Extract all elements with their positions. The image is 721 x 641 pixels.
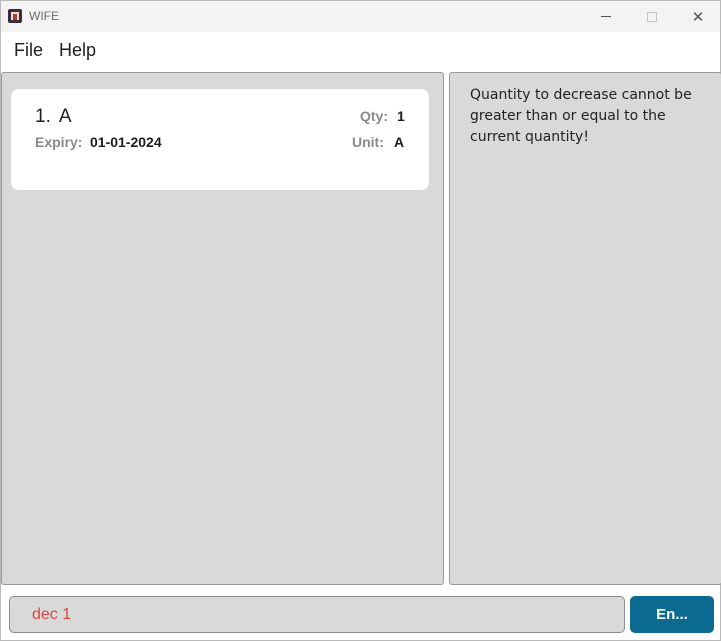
qty-label: Qty: [360,108,388,124]
main-area: 1. A Expiry: 01-01-2024 Qty: 1 Unit: A Qu… [1,70,721,588]
item-name: A [58,106,72,127]
unit-value: A [394,134,405,150]
qty-value: 1 [397,108,405,124]
unit-label: Unit: [352,134,384,150]
expiry-label: Expiry: [35,134,83,150]
item-title: 1. A [35,106,72,128]
expiry-value: 01-01-2024 [90,134,162,150]
command-input[interactable]: dec 1 [9,596,625,633]
window-title: WIFE [29,9,59,23]
result-message: Quantity to decrease cannot be greater t… [470,87,692,145]
enter-button[interactable]: En... [630,596,714,633]
close-button[interactable]: ✕ [675,1,721,32]
item-list-panel[interactable]: 1. A Expiry: 01-01-2024 Qty: 1 Unit: A [1,72,444,585]
item-index: 1. [35,106,51,127]
menu-help[interactable]: Help [59,40,96,61]
close-icon: ✕ [691,7,705,26]
app-icon [8,9,22,23]
minimize-button[interactable] [583,1,629,32]
item-card[interactable]: 1. A Expiry: 01-01-2024 Qty: 1 Unit: A [11,89,429,190]
maximize-icon [647,11,657,22]
result-display-panel: Quantity to decrease cannot be greater t… [449,72,721,585]
menu-file[interactable]: File [14,40,43,61]
title-bar[interactable]: WIFE ✕ [1,1,720,32]
menu-bar: File Help [1,32,720,70]
app-window: WIFE ✕ File Help 1. A Expiry: 01-01-2024 … [0,0,721,641]
maximize-button[interactable] [629,1,675,32]
minimize-icon [601,16,611,17]
